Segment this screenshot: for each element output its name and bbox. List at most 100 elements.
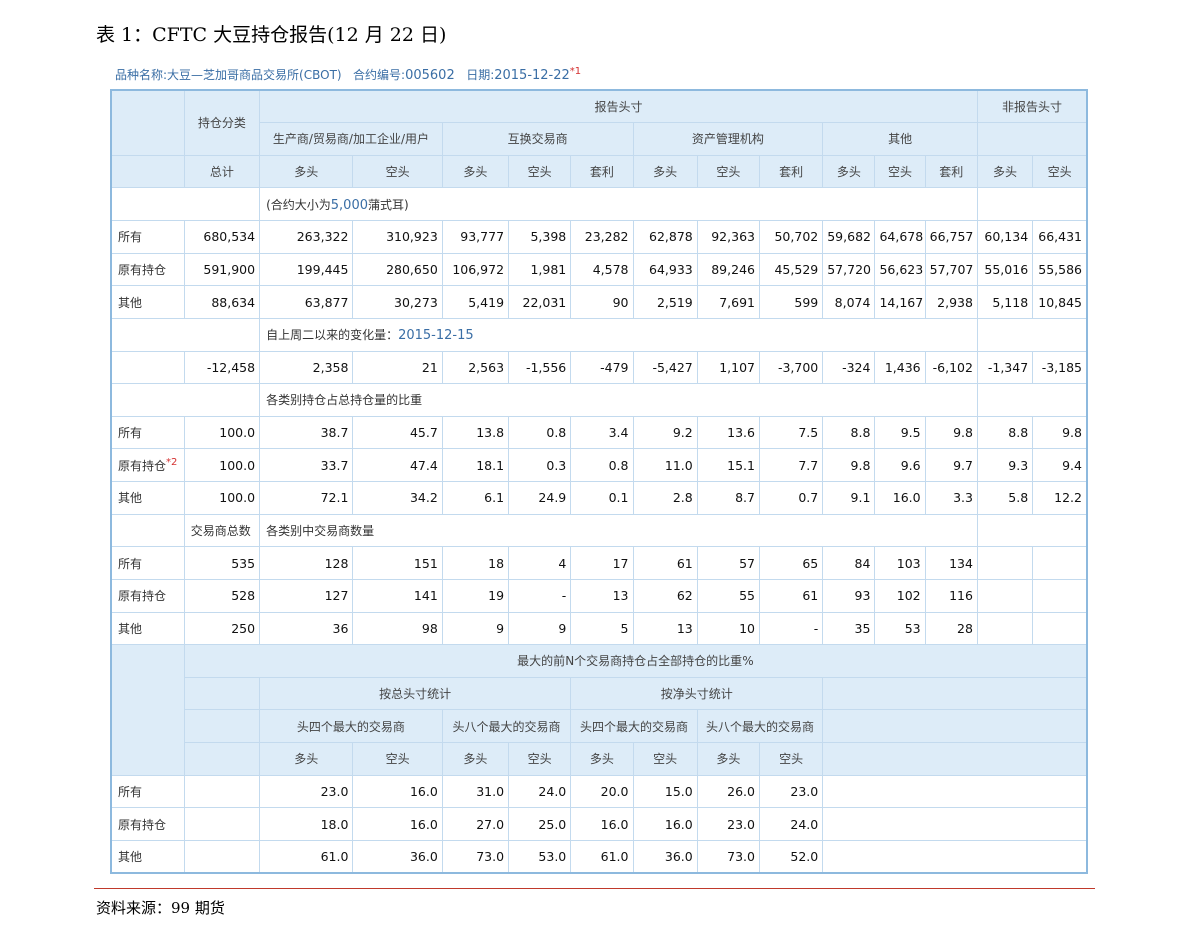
blank (976, 546, 1034, 580)
value-cell: 23,282 (570, 220, 634, 254)
header-col: 套利 (924, 154, 978, 189)
blank (822, 839, 1088, 874)
value-cell: -3,185 (1032, 350, 1088, 385)
row-label: 所有 (110, 415, 185, 450)
value-cell: -12,458 (183, 350, 261, 385)
value-cell: 12.2 (1032, 481, 1088, 515)
value-cell: 599 (758, 285, 824, 319)
header-blank (183, 676, 261, 711)
change-prefix: 自上周二以来的变化量： (266, 328, 399, 343)
value-cell: 19 (441, 578, 510, 613)
header-long: 多头 (570, 742, 634, 776)
header-top8: 头八个最大的交易商 (441, 709, 572, 743)
value-cell: 9.8 (924, 415, 978, 450)
value-cell: 535 (183, 546, 261, 580)
value-cell: 16.0 (352, 807, 443, 841)
header-short: 空头 (758, 742, 824, 776)
header-group-managed: 资产管理机构 (632, 122, 824, 156)
value-cell: 1,981 (508, 252, 572, 287)
value-cell: 88,634 (183, 285, 261, 319)
header-reportable: 报告头寸 (259, 89, 978, 124)
product-name: 大豆—芝加哥商品交易所(CBOT) (167, 68, 342, 82)
blank (110, 317, 261, 352)
header-blank (976, 122, 1088, 156)
header-net: 按净头寸统计 (570, 676, 824, 711)
value-cell: 27.0 (441, 807, 510, 841)
value-cell: 89,246 (696, 252, 760, 287)
contract-info: 品种名称:大豆—芝加哥商品交易所(CBOT) 合约编号:005602 日期:20… (115, 66, 581, 83)
value-cell: 25.0 (508, 807, 572, 841)
change-title: 自上周二以来的变化量：2015-12-15 (259, 317, 978, 352)
value-cell: 2,938 (924, 285, 978, 319)
size-prefix: (合约大小为 (266, 197, 331, 212)
header-group-swap: 互换交易商 (441, 122, 634, 156)
header-position-class: 持仓分类 (183, 89, 261, 156)
table-row: 所有 23.0 16.0 31.0 24.0 20.0 15.0 26.0 23.0 (110, 774, 1088, 809)
value-cell: 13 (632, 611, 698, 646)
value-cell: 93,777 (441, 220, 510, 254)
value-cell: 93 (822, 578, 876, 613)
row-label: 所有 (110, 774, 185, 809)
value-cell: 26.0 (696, 774, 760, 809)
concentration-header-1: 最大的前N个交易商持仓占全部持仓的比重% (110, 644, 1088, 776)
table-row: 其他 88,634 63,877 30,273 5,419 22,031 90 2,519 7,… (110, 285, 1088, 319)
date-label: 日期: (466, 68, 495, 82)
header-short: 空头 (632, 742, 698, 776)
cot-report-table: 持仓分类 报告头寸 非报告头寸 生产商/贸易商/加工企业/用户 互换交易商 资产管理机构其… (110, 89, 1088, 874)
section-title-row: 各类别持仓占总持仓量的比重 (110, 383, 1088, 417)
value-cell: 63,877 (259, 285, 354, 319)
change-date: 2015-12-15 (398, 328, 474, 344)
value-cell: 310,923 (352, 220, 443, 254)
value-cell: -324 (822, 350, 876, 385)
table-row: 其他 61.0 36.0 73.0 53.0 61.0 36.0 73.0 52.0 (110, 839, 1088, 874)
header-col: 空头 (352, 154, 443, 189)
value-cell: 100.0 (183, 481, 261, 515)
blank (1032, 611, 1088, 646)
value-cell: 2.8 (632, 481, 698, 515)
value-cell: 18.0 (259, 807, 354, 841)
value-cell: 1,436 (874, 350, 926, 385)
value-cell: 9 (508, 611, 572, 646)
value-cell: 15.1 (696, 448, 760, 482)
value-cell: 102 (874, 578, 926, 613)
value-cell: 60,134 (976, 220, 1034, 254)
value-cell: 56,623 (874, 252, 926, 287)
value-cell: 106,972 (441, 252, 510, 287)
value-cell: 45.7 (352, 415, 443, 450)
header-long: 多头 (259, 742, 354, 776)
value-cell: 8.7 (696, 481, 760, 515)
conc-n: N (565, 654, 575, 669)
value-cell: 17 (570, 546, 634, 580)
section-title-row: 交易商总数 各类别中交易商数量 (110, 513, 1088, 548)
header-col: 空头 (874, 154, 926, 189)
header-blank (183, 742, 261, 776)
value-cell: 98 (352, 611, 443, 646)
value-cell: 16.0 (874, 481, 926, 515)
trader-count-title: 各类别中交易商数量 (259, 513, 978, 548)
blank (1032, 546, 1088, 580)
report-date: 2015-12-22 (494, 68, 570, 83)
header-short: 空头 (352, 742, 443, 776)
header-col: 多头 (976, 154, 1034, 189)
table-row: 原有持仓 528 127 141 19-13 62 55 61 93 102 116 (110, 578, 1088, 613)
value-cell: 90 (570, 285, 634, 319)
value-cell: 0.8 (508, 415, 572, 450)
value-cell: 141 (352, 578, 443, 613)
value-cell: 13.6 (696, 415, 760, 450)
value-cell: 36.0 (352, 839, 443, 874)
value-cell: 5.8 (976, 481, 1034, 515)
share-title: 各类别持仓占总持仓量的比重 (259, 383, 978, 417)
value-cell: 100.0 (183, 415, 261, 450)
blank (110, 187, 261, 221)
value-cell: 16.0 (632, 807, 698, 841)
value-cell: 72.1 (259, 481, 354, 515)
conc-suffix: 个交易商持仓占全部持仓的比重 (574, 654, 743, 669)
value-cell: 61 (632, 546, 698, 580)
value-cell: 30,273 (352, 285, 443, 319)
header-row-1: 持仓分类 报告头寸 非报告头寸 (110, 89, 1088, 156)
value-cell: 36.0 (632, 839, 698, 874)
value-cell: 28 (924, 611, 978, 646)
footnote-2: *2 (166, 456, 178, 468)
value-cell: 8,074 (822, 285, 876, 319)
value-cell: 24.0 (758, 807, 824, 841)
